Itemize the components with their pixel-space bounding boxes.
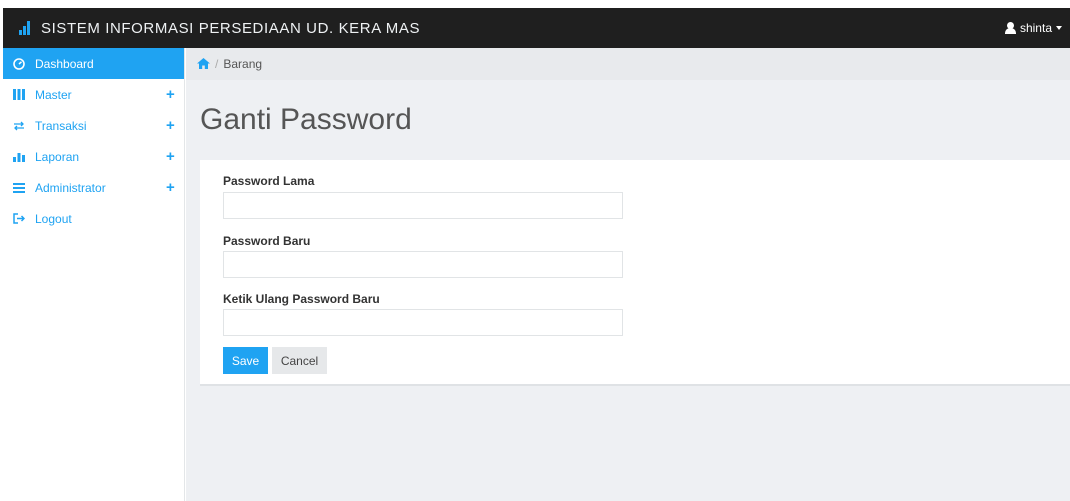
expand-plus-icon[interactable]: + — [166, 79, 175, 110]
new-password-field[interactable] — [223, 251, 623, 278]
sidebar-item-label: Transaksi — [35, 118, 87, 133]
logout-icon — [13, 213, 25, 225]
list-icon — [13, 182, 25, 194]
change-password-form: Password Lama Password Baru Ketik Ulang … — [200, 160, 1070, 386]
old-password-label: Password Lama — [223, 174, 315, 188]
signal-bars-icon — [19, 21, 35, 35]
breadcrumb-current: Barang — [223, 57, 263, 71]
new-password-label: Password Baru — [223, 234, 311, 248]
sidebar-item-label: Dashboard — [35, 56, 94, 71]
sidebar-item-label: Logout — [35, 211, 72, 226]
navbar: SISTEM INFORMASI PERSEDIAAN UD. KERA MAS… — [3, 8, 1070, 48]
sidebar-item-dashboard[interactable]: Dashboard — [3, 48, 184, 79]
expand-plus-icon[interactable]: + — [166, 110, 175, 141]
user-name: shinta — [1019, 21, 1052, 35]
home-icon[interactable] — [197, 57, 210, 72]
exchange-icon — [13, 120, 25, 132]
page-title: Ganti Password — [200, 103, 412, 136]
sidebar-item-logout[interactable]: Logout — [3, 203, 184, 234]
user-menu[interactable]: shinta — [1004, 8, 1062, 48]
caret-down-icon — [1056, 26, 1062, 30]
sidebar-item-master[interactable]: Master + — [3, 79, 184, 110]
cancel-button[interactable]: Cancel — [272, 347, 327, 374]
app-title: SISTEM INFORMASI PERSEDIAAN UD. KERA MAS — [41, 19, 421, 37]
save-button[interactable]: Save — [223, 347, 268, 374]
main-content: Ganti Password Password Lama Password Ba… — [186, 80, 1070, 501]
expand-plus-icon[interactable]: + — [166, 172, 175, 203]
sidebar-item-label: Administrator — [35, 180, 106, 195]
brand[interactable]: SISTEM INFORMASI PERSEDIAAN UD. KERA MAS — [19, 8, 420, 48]
breadcrumb: / Barang — [186, 48, 1070, 80]
bar-chart-icon — [13, 151, 25, 163]
breadcrumb-separator: / — [215, 57, 219, 71]
sidebar-item-transaksi[interactable]: Transaksi + — [3, 110, 184, 141]
user-icon — [1004, 22, 1016, 34]
grid-icon — [13, 89, 25, 101]
sidebar-item-label: Laporan — [35, 149, 80, 164]
confirm-password-label: Ketik Ulang Password Baru — [223, 292, 380, 306]
sidebar-item-administrator[interactable]: Administrator + — [3, 172, 184, 203]
confirm-password-field[interactable] — [223, 309, 623, 336]
sidebar-item-laporan[interactable]: Laporan + — [3, 141, 184, 172]
sidebar-item-label: Master — [35, 87, 72, 102]
old-password-field[interactable] — [223, 192, 623, 219]
top-whitespace: SISTEM INFORMASI PERSEDIAAN UD. KERA MAS… — [0, 0, 1070, 48]
expand-plus-icon[interactable]: + — [166, 141, 175, 172]
dashboard-icon — [13, 57, 25, 70]
sidebar: Dashboard Master + Transaksi + Laporan +… — [3, 48, 185, 501]
